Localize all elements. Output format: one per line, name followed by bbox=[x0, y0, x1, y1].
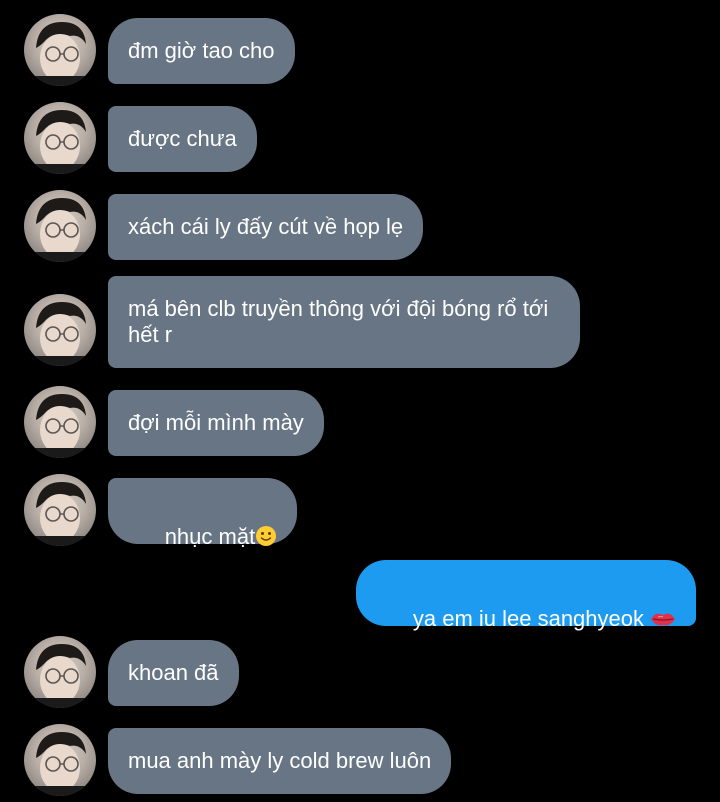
portrait-icon bbox=[24, 394, 96, 458]
message-bubble[interactable]: nhục mặt bbox=[108, 478, 298, 549]
message-bubble[interactable]: đợi mỗi mình mày bbox=[108, 390, 324, 456]
message-bubble[interactable]: khoan đã bbox=[108, 640, 239, 706]
portrait-icon bbox=[24, 110, 96, 174]
portrait-icon bbox=[24, 302, 96, 366]
message-bubble[interactable]: má bên clb truyền thông với đội bóng rổ … bbox=[108, 276, 580, 368]
message-row-incoming: má bên clb truyền thông với đội bóng rổ … bbox=[0, 276, 720, 368]
message-row-outgoing: ya em iu lee sanghyeok bbox=[0, 560, 720, 631]
portrait-icon bbox=[24, 644, 96, 708]
portrait-icon bbox=[24, 198, 96, 262]
portrait-icon bbox=[24, 482, 96, 546]
lips-icon bbox=[651, 613, 675, 626]
message-text: nhục mặt bbox=[164, 524, 256, 549]
contact-avatar[interactable] bbox=[24, 294, 96, 366]
message-row-incoming: đợi mỗi mình mày bbox=[0, 386, 720, 458]
message-row-incoming: đm giờ tao cho bbox=[0, 14, 720, 86]
slightly-smiling-face-icon bbox=[256, 526, 277, 546]
message-bubble-outgoing[interactable]: ya em iu lee sanghyeok bbox=[356, 560, 696, 631]
contact-avatar[interactable] bbox=[24, 636, 96, 708]
contact-avatar[interactable] bbox=[24, 474, 96, 546]
message-row-incoming: xách cái ly đấy cút về họp lẹ bbox=[0, 190, 720, 262]
message-row-incoming: khoan đã bbox=[0, 636, 720, 708]
message-bubble[interactable]: mua anh mày ly cold brew luôn bbox=[108, 728, 452, 794]
message-row-incoming: được chưa bbox=[0, 102, 720, 174]
message-text: ya em iu lee sanghyeok bbox=[412, 606, 644, 631]
message-bubble[interactable]: đm giờ tao cho bbox=[108, 18, 295, 84]
portrait-icon bbox=[24, 732, 96, 796]
message-row-incoming: mua anh mày ly cold brew luôn bbox=[0, 724, 720, 796]
portrait-icon bbox=[24, 22, 96, 86]
contact-avatar[interactable] bbox=[24, 102, 96, 174]
contact-avatar[interactable] bbox=[24, 724, 96, 796]
message-bubble[interactable]: được chưa bbox=[108, 106, 257, 172]
contact-avatar[interactable] bbox=[24, 190, 96, 262]
contact-avatar[interactable] bbox=[24, 386, 96, 458]
message-bubble[interactable]: xách cái ly đấy cút về họp lẹ bbox=[108, 194, 424, 260]
message-row-incoming: nhục mặt bbox=[0, 474, 720, 549]
contact-avatar[interactable] bbox=[24, 14, 96, 86]
